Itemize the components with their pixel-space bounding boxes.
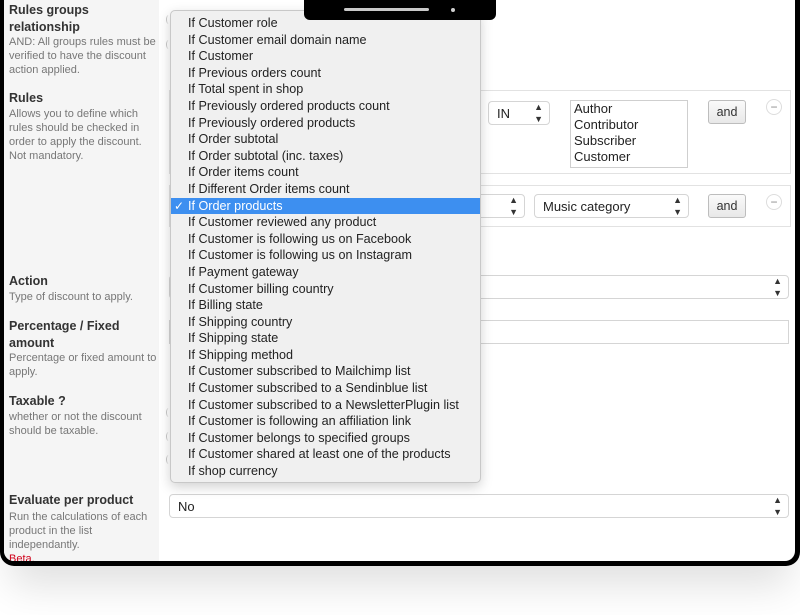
dropdown-option[interactable]: If Order items count xyxy=(171,164,480,181)
dropdown-option[interactable]: If Billing state xyxy=(171,297,480,314)
remove-rule-icon[interactable]: − xyxy=(766,194,782,210)
dropdown-option[interactable]: If Shipping method xyxy=(171,347,480,364)
dropdown-option[interactable]: If Payment gateway xyxy=(171,264,480,281)
and-button[interactable]: and xyxy=(708,194,746,218)
dropdown-option-label: If Order items count xyxy=(188,165,299,180)
dropdown-option-label: If Shipping method xyxy=(188,347,294,362)
dropdown-option-label: If Shipping state xyxy=(188,331,279,346)
dropdown-option[interactable]: If Customer subscribed to a Sendinblue l… xyxy=(171,380,480,397)
dropdown-option[interactable]: If Customer is following us on Instagram xyxy=(171,247,480,264)
rules-groups-relationship-desc: AND: All groups rules must be verified t… xyxy=(9,36,156,76)
taxable-label: Taxable ? xyxy=(9,394,66,408)
category-select[interactable]: Music category ▲ ▼ xyxy=(534,194,689,218)
dropdown-option-label: If Customer billing country xyxy=(188,281,334,296)
listbox-option[interactable]: Subscriber xyxy=(574,133,687,149)
dropdown-option-label: If Customer role xyxy=(188,16,278,30)
select-arrows-icon: ▲ ▼ xyxy=(509,195,518,217)
listbox-option[interactable]: Contributor xyxy=(574,117,687,133)
dropdown-option-label: If Customer reviewed any product xyxy=(188,215,377,230)
dropdown-option[interactable]: If Shipping country xyxy=(171,314,480,331)
dropdown-option-label: If Previously ordered products xyxy=(188,115,356,130)
listbox-option[interactable]: Customer xyxy=(574,149,687,165)
select-arrows-icon: ▲ ▼ xyxy=(534,102,543,124)
dropdown-option[interactable]: If Customer is following an affiliation … xyxy=(171,413,480,430)
dropdown-option-label: If Customer shared at least one of the p… xyxy=(188,447,451,462)
rules-desc: Allows you to define which rules should … xyxy=(9,108,142,162)
dropdown-option-label: If Total spent in shop xyxy=(188,82,304,97)
dropdown-option[interactable]: If Total spent in shop xyxy=(171,81,480,98)
dropdown-option[interactable]: ✓ If Order products xyxy=(171,197,480,215)
amount-desc: Percentage or fixed amount to apply. xyxy=(9,352,157,378)
settings-sidebar: Rules groups relationship AND: All group… xyxy=(4,0,159,561)
amount-label: Percentage / Fixed amount xyxy=(9,319,120,350)
dropdown-option[interactable]: If Previous orders count xyxy=(171,65,480,82)
dropdown-option[interactable]: If Customer subscribed to a NewsletterPl… xyxy=(171,397,480,414)
roles-listbox[interactable]: Author Contributor Subscriber Customer S… xyxy=(570,100,688,168)
dropdown-option[interactable]: If Shipping state xyxy=(171,330,480,347)
dropdown-option-label: If Customer is following us on Facebook xyxy=(188,231,412,246)
remove-rule-icon[interactable]: − xyxy=(766,99,782,115)
evaluate-per-product-desc: Run the calculations of each product in … xyxy=(9,510,157,561)
dropdown-option[interactable]: If Customer is following us on Facebook xyxy=(171,231,480,248)
dropdown-option[interactable]: If Order subtotal xyxy=(171,131,480,148)
evaluate-per-product-label: Evaluate per product xyxy=(9,493,134,507)
dropdown-option[interactable]: If Customer subscribed to Mailchimp list xyxy=(171,363,480,380)
taxable-desc: whether or not the discount should be ta… xyxy=(9,411,142,437)
dropdown-option[interactable]: If Customer email domain name xyxy=(171,32,480,49)
dropdown-option-label: If Customer subscribed to a Sendinblue l… xyxy=(188,381,428,396)
dropdown-option-label: If Previously ordered products count xyxy=(188,98,390,113)
dropdown-option[interactable]: If Previously ordered products count xyxy=(171,98,480,115)
dropdown-option-label: If Billing state xyxy=(188,298,263,313)
dropdown-option-label: If Customer is following an affiliation … xyxy=(188,414,412,429)
evaluate-desc-text: Run the calculations of each product in … xyxy=(9,511,148,551)
dropdown-option-label: If Payment gateway xyxy=(188,264,299,279)
select-arrows-icon: ▲ ▼ xyxy=(773,495,782,517)
rules-groups-relationship-label: Rules groups relationship xyxy=(9,3,89,34)
dropdown-option-label: If Different Order items count xyxy=(188,181,350,196)
device-notch xyxy=(304,0,496,20)
dropdown-option[interactable]: If Customer reviewed any product xyxy=(171,214,480,231)
dropdown-option-label: If Customer belongs to specified groups xyxy=(188,430,410,445)
dropdown-option-label: If Order products xyxy=(188,198,283,213)
dropdown-option-label: If shop currency xyxy=(188,464,278,479)
rule-operator-select[interactable]: IN ▲ ▼ xyxy=(488,101,550,125)
speaker-bar xyxy=(344,8,429,11)
rules-label: Rules xyxy=(9,91,44,105)
dropdown-option-label: If Customer subscribed to a NewsletterPl… xyxy=(188,397,459,412)
dropdown-option-label: If Customer xyxy=(188,49,254,64)
dropdown-option-label: If Customer is following us on Instagram xyxy=(188,248,412,263)
rule-type-dropdown-menu[interactable]: If Customer role If Customer email domain… xyxy=(170,10,481,483)
evaluate-per-product-value: No xyxy=(178,499,195,514)
and-button[interactable]: and xyxy=(708,100,746,124)
dropdown-option[interactable]: If Customer billing country xyxy=(171,281,480,298)
dropdown-option[interactable]: If Order subtotal (inc. taxes) xyxy=(171,148,480,165)
camera-dot xyxy=(451,8,455,12)
dropdown-option[interactable]: If shop currency xyxy=(171,463,480,480)
dropdown-option-label: If Customer email domain name xyxy=(188,32,367,47)
category-value: Music category xyxy=(543,199,631,214)
evaluate-per-product-select[interactable]: No ▲ ▼ xyxy=(169,494,789,518)
dropdown-option-label: If Order subtotal xyxy=(188,132,279,147)
dropdown-option-label: If Shipping country xyxy=(188,314,293,329)
dropdown-option[interactable]: If Previously ordered products xyxy=(171,115,480,132)
dropdown-option-label: If Customer subscribed to Mailchimp list xyxy=(188,364,411,379)
action-label: Action xyxy=(9,274,48,288)
listbox-option[interactable]: Shop Manager xyxy=(574,165,687,167)
action-desc: Type of discount to apply. xyxy=(9,291,133,303)
listbox-option[interactable]: Author xyxy=(574,101,687,117)
dropdown-option[interactable]: If Customer shared at least one of the p… xyxy=(171,446,480,463)
dropdown-option-label: If Order subtotal (inc. taxes) xyxy=(188,148,344,163)
dropdown-option[interactable]: If Different Order items count xyxy=(171,181,480,198)
checkmark-icon: ✓ xyxy=(174,198,185,213)
rule-operator-value: IN xyxy=(497,106,510,121)
beta-note: Beta. xyxy=(9,553,35,561)
dropdown-option[interactable]: If Customer xyxy=(171,48,480,65)
dropdown-option[interactable]: If Customer belongs to specified groups xyxy=(171,430,480,447)
select-arrows-icon: ▲ ▼ xyxy=(773,276,782,298)
dropdown-options: If Customer role If Customer email domain… xyxy=(171,11,480,480)
dropdown-option-label: If Previous orders count xyxy=(188,65,321,80)
select-arrows-icon: ▲ ▼ xyxy=(673,195,682,217)
